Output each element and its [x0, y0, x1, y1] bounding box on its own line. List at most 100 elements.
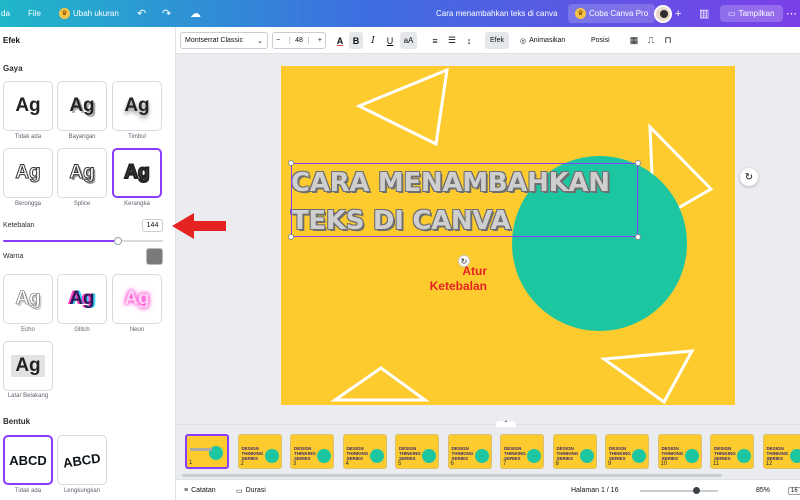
style-echo[interactable]: Ag: [3, 274, 53, 324]
page-thumbnail[interactable]: 1: [185, 434, 229, 469]
page-thumbnail[interactable]: DESIGN THINKING SERIES 4: [342, 434, 387, 469]
style-caption: Tidak ada: [14, 134, 42, 140]
undo-icon[interactable]: ↶: [137, 0, 146, 27]
insights-icon[interactable]: ▥: [699, 0, 709, 27]
file-menu[interactable]: File: [28, 0, 41, 27]
increase-size-button[interactable]: +: [318, 37, 322, 44]
color-swatch[interactable]: [146, 248, 163, 265]
paint-roller-icon[interactable]: ⎍: [644, 32, 658, 49]
page-thumbnail[interactable]: DESIGN THINKING SERIES 6: [447, 434, 492, 469]
zoom-slider[interactable]: [640, 487, 718, 494]
style-none[interactable]: Ag: [3, 81, 53, 131]
spacing-icon[interactable]: ↕: [462, 32, 476, 49]
add-collaborator-button[interactable]: +: [675, 0, 681, 27]
font-size-stepper[interactable]: − 48 +: [272, 32, 326, 49]
shape-caption: Tidak ada: [14, 488, 42, 494]
transparency-icon[interactable]: ▦: [627, 32, 641, 49]
style-hollow[interactable]: Ag: [3, 148, 53, 198]
page-number: 1: [189, 460, 193, 466]
shape-none[interactable]: ABCD: [3, 435, 53, 485]
page-thumbnail[interactable]: DESIGN THINKING SERIES 11: [710, 434, 754, 469]
resize-handle-br[interactable]: [635, 234, 641, 240]
redo-icon[interactable]: ↷: [162, 0, 171, 27]
thumb-circle: [422, 449, 436, 463]
more-options-icon[interactable]: ⋯: [786, 0, 797, 27]
file-label: File: [28, 9, 41, 18]
page-count-badge[interactable]: 16: [788, 486, 800, 495]
page-thumbnail[interactable]: DESIGN THINKING SERIES 9: [605, 434, 649, 469]
effects-label: Efek: [489, 37, 504, 44]
triangle-outline-bottom-right: [599, 349, 695, 405]
page-thumbnail[interactable]: DESIGN THINKING SERIES 10: [657, 434, 702, 469]
letter-case-icon[interactable]: aA: [400, 32, 417, 49]
zoom-value[interactable]: 85%: [756, 480, 770, 500]
text-color-icon[interactable]: A: [333, 32, 347, 49]
shape-preview: ABCD: [9, 452, 47, 468]
thumb-circle: [737, 449, 751, 463]
decrease-size-button[interactable]: −: [276, 37, 280, 44]
duration-button[interactable]: ▭ Durasi: [236, 480, 266, 500]
resize-handle-tl[interactable]: [288, 160, 294, 166]
bold-icon[interactable]: B: [349, 32, 363, 49]
notes-button[interactable]: ≡ Catatan: [184, 480, 216, 500]
selection-box[interactable]: [291, 163, 638, 237]
page-thumbnail[interactable]: DESIGN THINKING SERIES 8: [552, 434, 597, 469]
present-button[interactable]: ▭ Tampilkan: [720, 5, 783, 22]
page-number: 6: [450, 461, 454, 467]
list-icon[interactable]: ☰: [445, 32, 459, 49]
effects-button[interactable]: Efek: [485, 32, 509, 49]
thickness-label: Ketebalan: [3, 222, 35, 229]
thumb-circle: [369, 449, 384, 463]
style-preview: Ag: [15, 95, 41, 116]
style-outline[interactable]: Ag: [112, 148, 162, 198]
style-section-label: Gaya: [3, 64, 23, 73]
page-number: 5: [398, 461, 402, 467]
try-pro-button[interactable]: ♛ Coba Canva Pro: [568, 4, 656, 23]
thumb-headline: [190, 448, 212, 451]
style-splice[interactable]: Ag: [57, 148, 107, 198]
font-size-value[interactable]: 48: [289, 37, 309, 44]
chevron-up-icon[interactable]: ⌃: [496, 421, 516, 427]
thumb-circle: [317, 449, 331, 463]
resize-button[interactable]: ♛ Ubah ukuran: [59, 0, 119, 27]
thickness-slider[interactable]: [3, 237, 163, 245]
font-family-dropdown[interactable]: Montserrat Classic ⌄: [180, 32, 268, 49]
page-strip: ⌃ 1 DESIGN THINKING SERIES 2 DESIGN THINKING SE…: [176, 421, 800, 479]
style-lift[interactable]: Ag: [112, 81, 162, 131]
style-preview: Ag: [124, 95, 150, 116]
document-title[interactable]: Cara menambahkan teks di canva: [436, 0, 557, 27]
home-button[interactable]: da: [1, 0, 10, 27]
page-indicator[interactable]: Halaman 1 / 16: [571, 480, 618, 500]
avatar[interactable]: [654, 4, 672, 23]
style-background[interactable]: Ag: [3, 341, 53, 391]
page-thumbnail[interactable]: DESIGN THINKING SERIES 5: [395, 434, 439, 469]
resize-handle-bl[interactable]: [288, 234, 294, 240]
style-glitch[interactable]: Ag: [57, 274, 107, 324]
thickness-value-field[interactable]: 144: [142, 219, 163, 232]
resize-handle-tr[interactable]: [635, 160, 641, 166]
position-button[interactable]: Posisi: [591, 32, 610, 49]
italic-icon[interactable]: I: [366, 32, 380, 49]
thumb-circle: [684, 449, 699, 463]
style-neon[interactable]: Ag: [112, 274, 162, 324]
lock-icon[interactable]: ⊓: [661, 32, 675, 49]
align-left-icon[interactable]: ≡: [428, 32, 442, 49]
position-label: Posisi: [591, 37, 610, 44]
underline-icon[interactable]: U: [383, 32, 397, 49]
shape-curve[interactable]: ABCD: [57, 435, 107, 485]
page-number: 11: [713, 461, 720, 467]
page-thumbnail[interactable]: DESIGN THINKING SERIES 3: [290, 434, 334, 469]
page-number: 8: [555, 461, 559, 467]
style-shadow[interactable]: Ag: [57, 81, 107, 131]
regenerate-icon[interactable]: ↻: [740, 168, 758, 186]
strip-scrollbar[interactable]: [182, 474, 722, 477]
cloud-save-icon[interactable]: ☁: [190, 0, 201, 27]
animate-button[interactable]: ◎ Animasikan: [520, 32, 565, 49]
zoom-slider-thumb[interactable]: [693, 487, 701, 494]
style-preview: Ag: [69, 162, 95, 184]
thickness-slider-thumb[interactable]: [114, 237, 123, 245]
effects-panel: Efek Gaya Ag Tidak ada Ag Bayangan Ag Ti…: [0, 27, 176, 500]
page-thumbnail[interactable]: DESIGN THINKING SERIES 2: [237, 434, 282, 469]
page-thumbnail[interactable]: DESIGN THINKING SERIES 7: [500, 434, 544, 469]
page-thumbnail[interactable]: DESIGN THINKING SERIES 12: [762, 434, 800, 469]
